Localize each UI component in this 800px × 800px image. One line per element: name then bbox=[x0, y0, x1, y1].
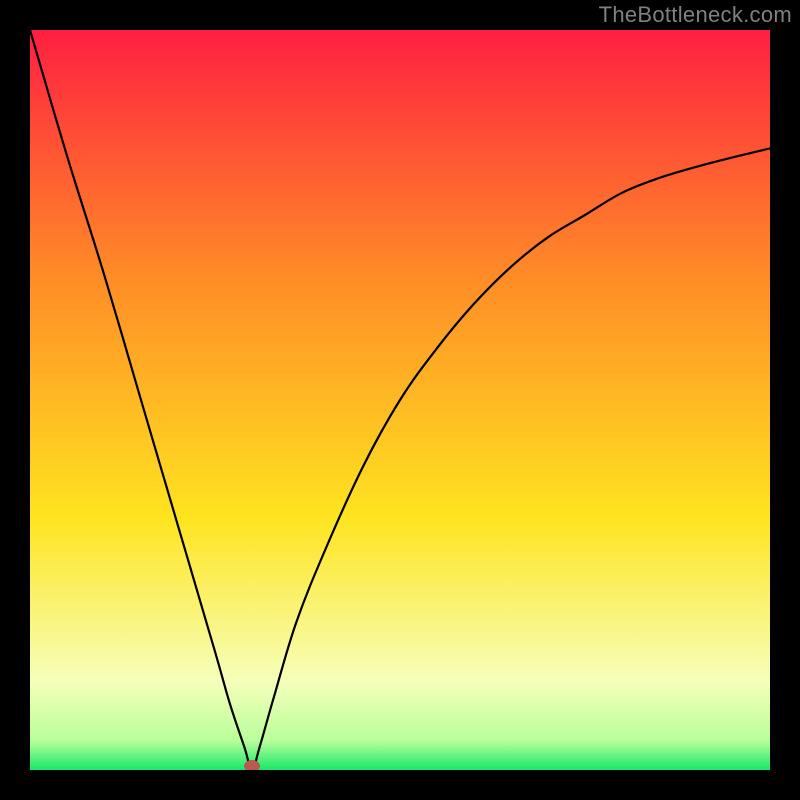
plot-area bbox=[30, 30, 770, 770]
chart-frame: TheBottleneck.com bbox=[0, 0, 800, 800]
watermark-text: TheBottleneck.com bbox=[599, 2, 792, 28]
bottleneck-chart bbox=[30, 30, 770, 770]
